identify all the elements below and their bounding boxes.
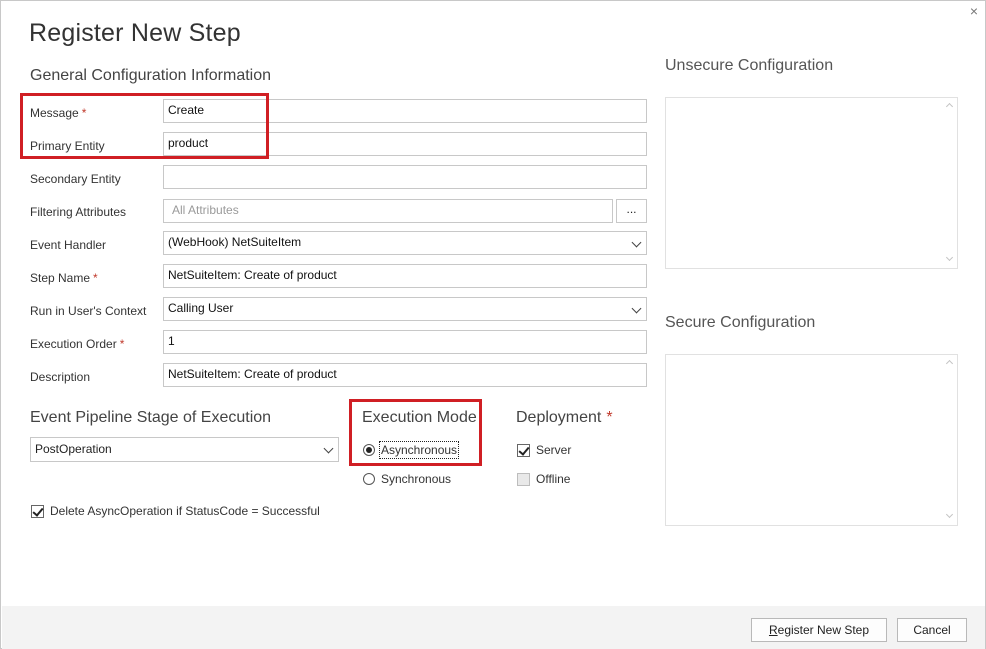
event-handler-select[interactable]: (WebHook) NetSuiteItem xyxy=(163,231,647,255)
offline-checkbox-row[interactable]: Offline xyxy=(517,472,570,486)
scroll-up-icon[interactable] xyxy=(945,102,954,111)
required-mark: * xyxy=(93,271,98,285)
server-checkbox[interactable] xyxy=(517,443,530,457)
server-label: Server xyxy=(536,443,572,457)
run-context-select[interactable]: Calling User xyxy=(163,297,647,321)
description-field[interactable]: NetSuiteItem: Create of product xyxy=(163,363,647,387)
message-entity-highlight xyxy=(20,93,269,159)
cancel-button[interactable]: Cancel xyxy=(897,618,967,642)
secure-config-heading: Secure Configuration xyxy=(665,314,816,331)
description-label: Description xyxy=(30,370,91,384)
delete-async-label: Delete AsyncOperation if StatusCode = Su… xyxy=(50,504,320,518)
pipeline-stage-value: PostOperation xyxy=(35,442,112,456)
scroll-down-icon[interactable] xyxy=(945,510,954,519)
step-name-label: Step Name * xyxy=(30,271,98,285)
secondary-entity-label: Secondary Entity xyxy=(30,172,121,186)
general-config-heading: General Configuration Information xyxy=(30,67,272,84)
step-name-field[interactable]: NetSuiteItem: Create of product xyxy=(163,264,647,288)
filtering-attributes-field[interactable]: All Attributes xyxy=(163,199,613,223)
register-step-dialog: × Register New Step General Configuratio… xyxy=(0,0,986,649)
filtering-attributes-browse-button[interactable]: ... xyxy=(616,199,647,223)
synchronous-label: Synchronous xyxy=(381,472,452,486)
required-mark: * xyxy=(119,337,125,351)
unsecure-config-textarea[interactable] xyxy=(665,97,958,269)
offline-label: Offline xyxy=(536,472,571,486)
close-icon[interactable]: × xyxy=(967,4,981,18)
filtering-attributes-label: Filtering Attributes xyxy=(30,205,127,219)
execution-order-field[interactable]: 1 xyxy=(163,330,647,354)
scroll-up-icon[interactable] xyxy=(945,359,954,368)
offline-checkbox[interactable] xyxy=(517,472,530,486)
execution-order-label: Execution Order * xyxy=(30,337,125,351)
required-mark: * xyxy=(606,409,613,426)
execution-mode-highlight xyxy=(349,399,482,466)
event-handler-label: Event Handler xyxy=(30,238,107,252)
register-button-label: egister New Step xyxy=(777,623,870,637)
server-checkbox-row[interactable]: Server xyxy=(517,443,571,457)
secure-config-scrollbar[interactable] xyxy=(943,355,957,525)
register-button-accesskey: R xyxy=(768,623,778,637)
run-context-value: Calling User xyxy=(168,301,234,315)
pipeline-stage-heading: Event Pipeline Stage of Execution xyxy=(30,409,272,426)
delete-async-checkbox-row[interactable]: Delete AsyncOperation if StatusCode = Su… xyxy=(31,504,320,518)
event-handler-value: (WebHook) NetSuiteItem xyxy=(168,235,302,249)
secondary-entity-field[interactable] xyxy=(163,165,647,189)
scroll-down-icon[interactable] xyxy=(945,253,954,262)
synchronous-radio[interactable] xyxy=(363,473,375,485)
unsecure-config-scrollbar[interactable] xyxy=(943,98,957,268)
deployment-heading: Deployment * xyxy=(516,409,613,426)
unsecure-config-heading: Unsecure Configuration xyxy=(665,57,834,74)
dialog-title: Register New Step xyxy=(29,19,241,47)
register-new-step-button[interactable]: Register New Step xyxy=(751,618,887,642)
synchronous-option[interactable]: Synchronous xyxy=(363,472,451,486)
pipeline-stage-select[interactable]: PostOperation xyxy=(30,437,339,462)
run-context-label: Run in User's Context xyxy=(30,304,147,318)
delete-async-checkbox[interactable] xyxy=(31,504,44,518)
secure-config-textarea[interactable] xyxy=(665,354,958,526)
